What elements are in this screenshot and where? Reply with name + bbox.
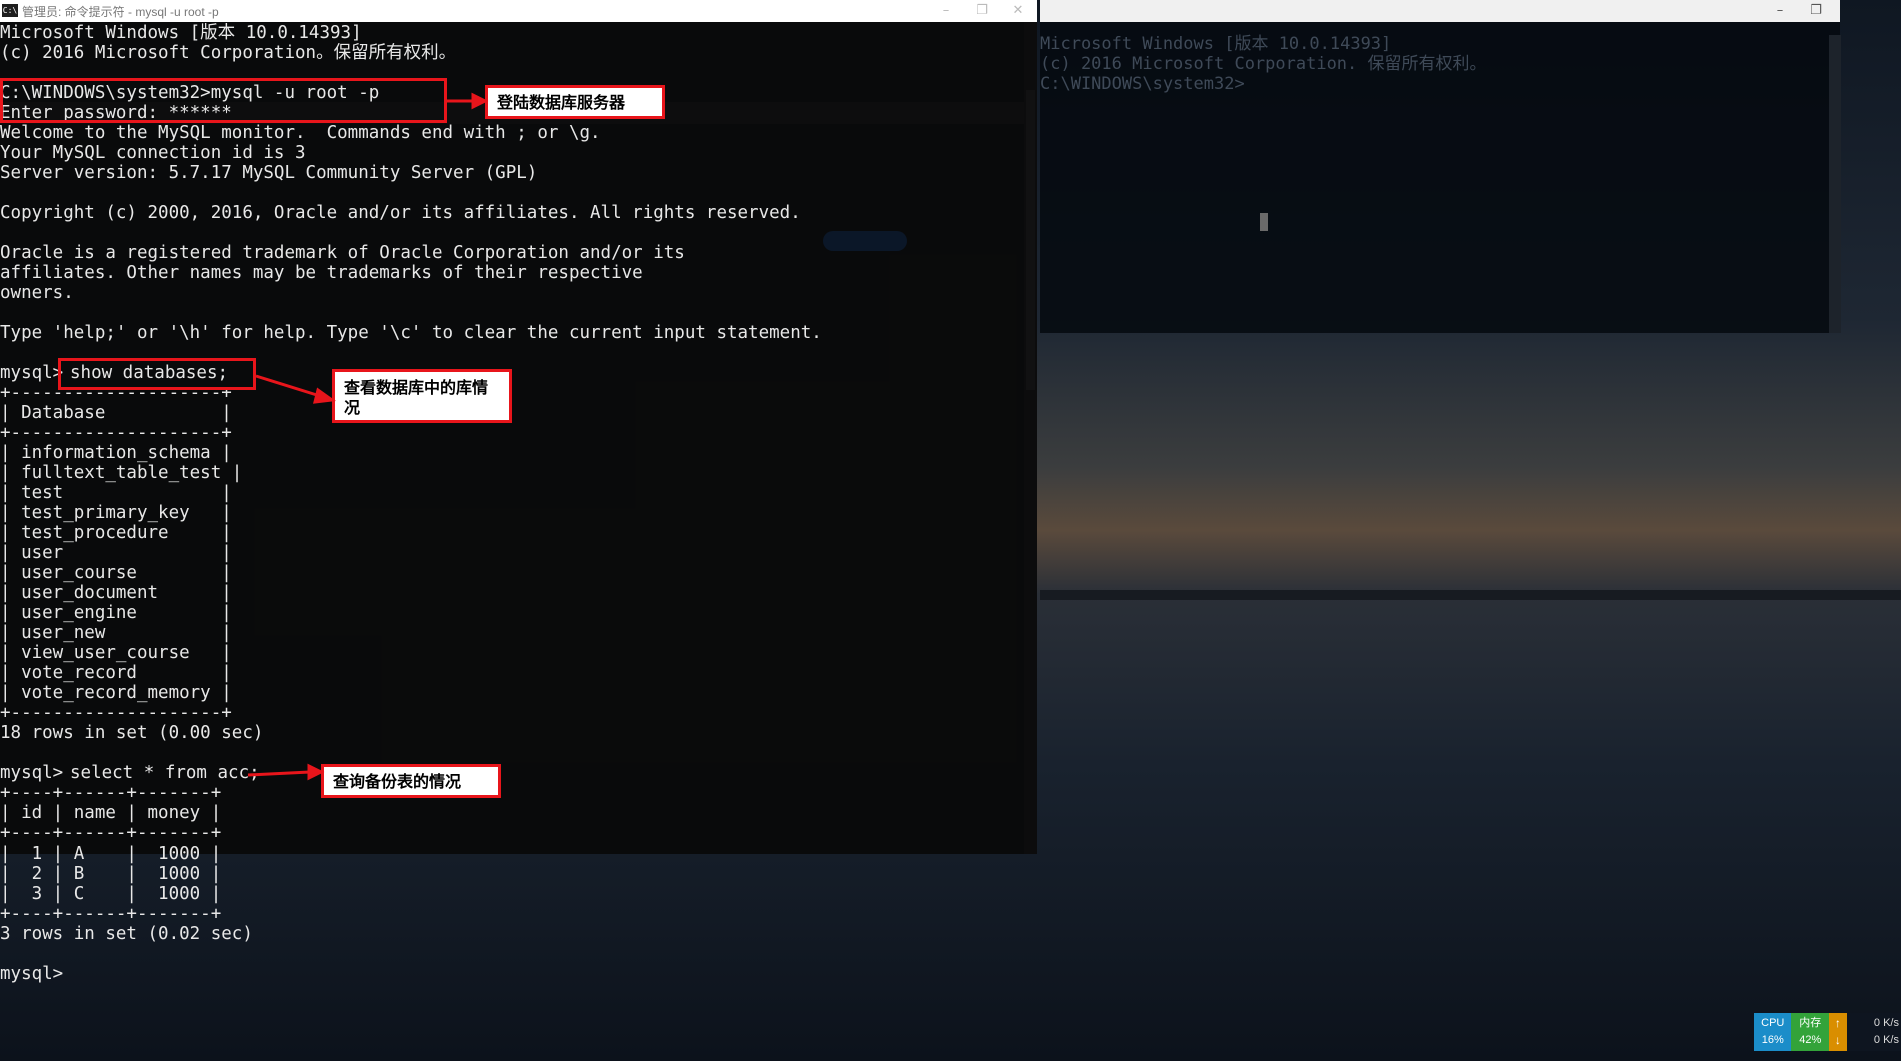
memory-usage: 内存 42% [1791, 1013, 1829, 1051]
show-arrow [255, 374, 321, 398]
cpu-value: 16% [1761, 1034, 1784, 1046]
cpu-usage: CPU 16% [1754, 1013, 1792, 1051]
upload-speed: 0 K/s [1873, 1017, 1899, 1029]
memory-value: 42% [1799, 1034, 1822, 1046]
download-arrow-icon: ↓ [1834, 1033, 1841, 1047]
download-speed: 0 K/s [1873, 1034, 1899, 1046]
network-speed: 0 K/s 0 K/s [1846, 1013, 1901, 1051]
upload-arrow-icon: ↑ [1834, 1016, 1841, 1030]
cpu-label: CPU [1761, 1017, 1785, 1029]
memory-label: 内存 [1799, 1017, 1822, 1029]
login-arrow-head [471, 92, 489, 110]
select-arrow-head [307, 763, 325, 781]
network-arrows: ↑ ↓ [1828, 1013, 1847, 1051]
system-monitor-widget[interactable]: CPU 16% 内存 42% ↑ ↓ 0 K/s 0 K/s [1754, 1013, 1901, 1051]
select-arrow [247, 770, 311, 777]
annotation-arrows [247, 92, 489, 781]
show-arrow-head [313, 387, 337, 404]
